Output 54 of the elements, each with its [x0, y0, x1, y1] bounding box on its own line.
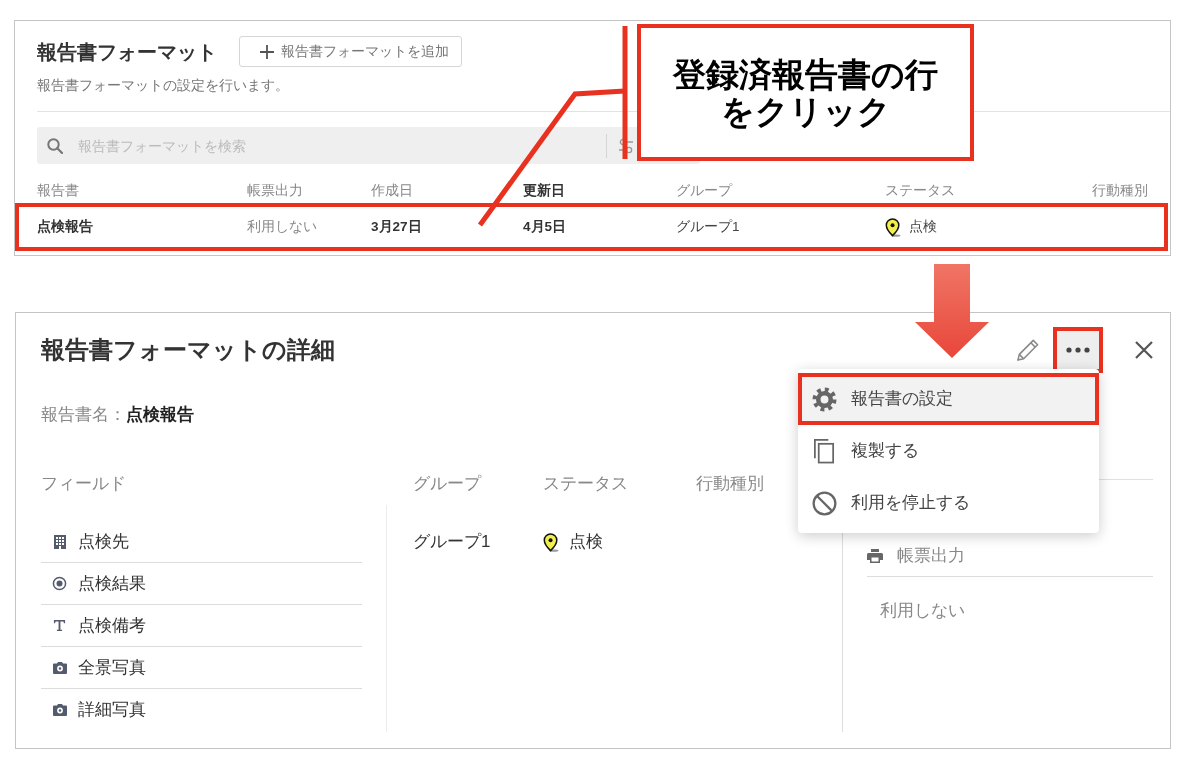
panel-title: 報告書フォーマットの詳細 [41, 335, 335, 365]
down-arrow-icon [914, 264, 990, 359]
camera-icon [52, 661, 67, 674]
form-output-value: 利用しない [879, 600, 965, 622]
printer-icon [867, 549, 883, 563]
table-cell: グループ1 [676, 218, 740, 236]
column-header[interactable]: 作成日 [371, 182, 413, 200]
plus-icon [260, 44, 274, 59]
sliders-icon[interactable] [619, 137, 633, 154]
column-header: 行動種別 [696, 473, 764, 495]
table-cell: 点検報告 [37, 218, 93, 236]
field-label: 点検結果 [78, 572, 146, 595]
field-label: 点検先 [78, 530, 129, 553]
more-button[interactable] [1053, 327, 1103, 373]
annotation-callout: 登録済報告書の行をクリック [637, 24, 974, 161]
table-row[interactable]: 点検報告 利用しない 3月27日 4月5日 グループ1 点検 [15, 203, 1168, 251]
column-header[interactable]: 報告書 [37, 182, 79, 200]
table-cell: 4月5日 [523, 218, 567, 236]
status-label: 点検 [909, 218, 937, 236]
building-icon [53, 534, 66, 549]
column-header: グループ [413, 473, 481, 495]
column-header[interactable]: ステータス [885, 182, 955, 200]
group-value: グループ1 [413, 531, 491, 553]
menu-item[interactable]: 利用を停止する [798, 477, 1099, 529]
status-label: 点検 [569, 531, 603, 553]
column-header[interactable]: 帳票出力 [247, 182, 303, 200]
field-label: 詳細写真 [78, 699, 146, 721]
letter-t-icon [53, 619, 66, 632]
add-format-button[interactable]: 報告書フォーマットを追加 [239, 36, 462, 67]
field-label: 点検備考 [78, 614, 146, 637]
page-title: 報告書フォーマット [37, 39, 217, 65]
copy-icon [812, 438, 837, 464]
radio-icon [52, 576, 67, 591]
prohibition-icon [812, 490, 837, 516]
camera-icon [52, 704, 67, 716]
page-description: 報告書フォーマットの設定を行います。 [37, 77, 289, 95]
column-header[interactable]: グループ [676, 182, 732, 200]
section-heading: フィールド [41, 473, 126, 495]
form-output-label: 帳票出力 [897, 545, 965, 567]
menu-item[interactable]: 複製する [798, 425, 1099, 477]
table-cell: 利用しない [247, 218, 317, 236]
field-label: 全景写真 [78, 656, 146, 679]
close-icon[interactable] [1135, 341, 1153, 359]
more-icon [1066, 347, 1090, 353]
table-cell: 3月27日 [371, 218, 422, 236]
column-header: ステータス [543, 473, 628, 495]
report-name-value: 点検報告 [126, 404, 194, 426]
gear-icon [812, 386, 837, 412]
search-icon [47, 137, 63, 154]
column-header[interactable]: 更新日 [523, 182, 565, 200]
pencil-icon[interactable] [1015, 337, 1040, 363]
report-name-label: 報告書名： [41, 404, 126, 426]
column-header[interactable]: 行動種別 [1092, 182, 1148, 200]
menu-item[interactable]: 報告書の設定 [798, 373, 1099, 425]
